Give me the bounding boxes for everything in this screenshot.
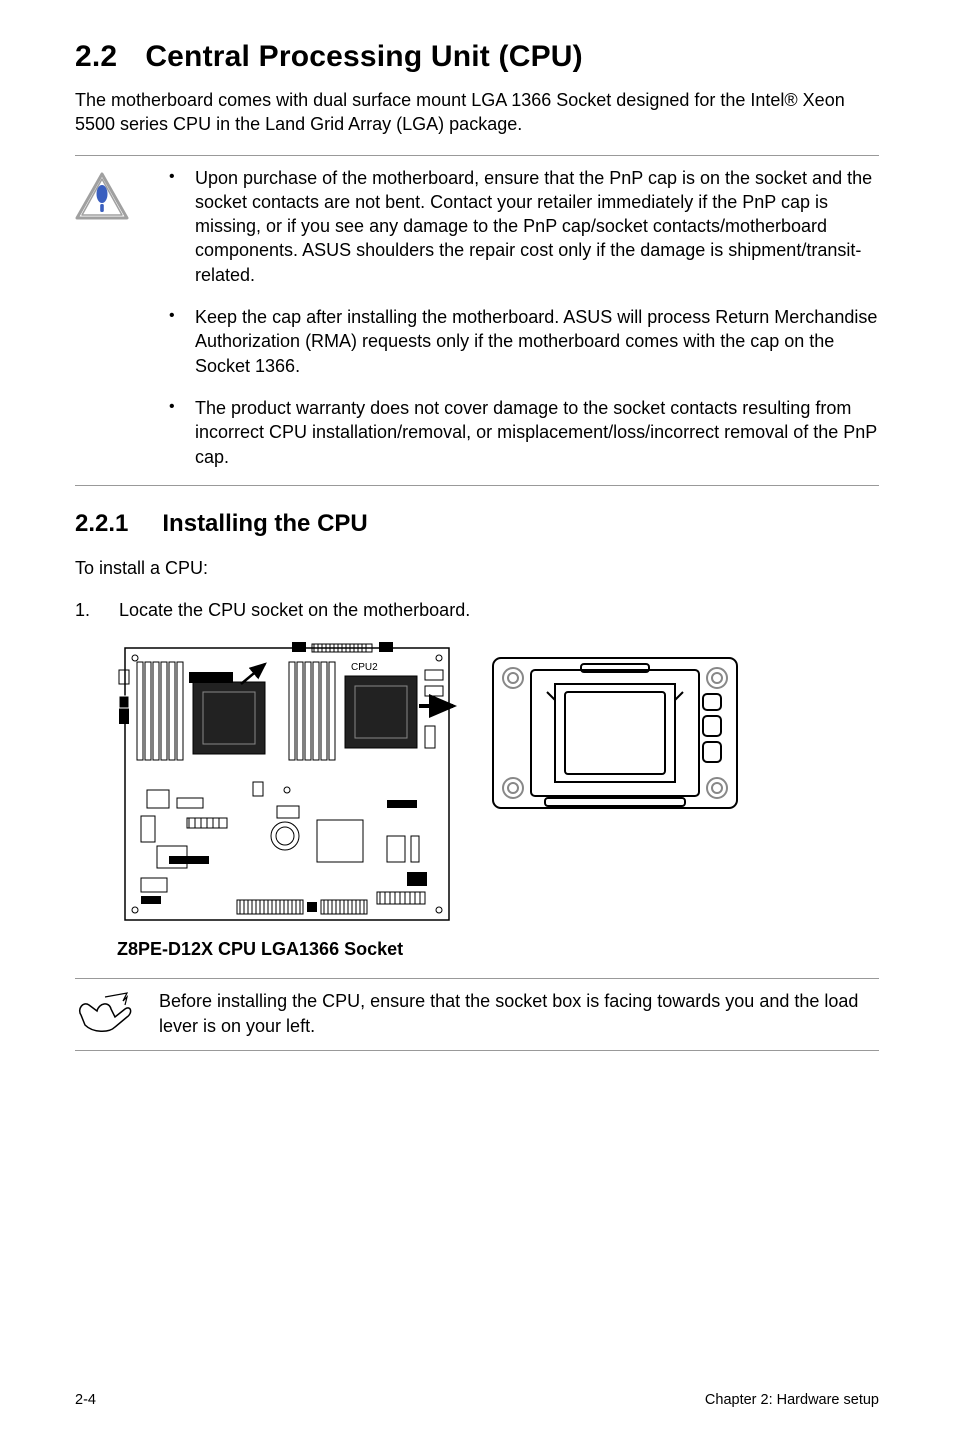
- lead-in-text: To install a CPU:: [75, 556, 879, 580]
- page-footer: 2-4 Chapter 2: Hardware setup: [75, 1392, 879, 1408]
- note-text: Before installing the CPU, ensure that t…: [159, 989, 879, 1040]
- caution-item: Keep the cap after installing the mother…: [159, 305, 879, 378]
- motherboard-diagram: CPU1 CPU2: [117, 640, 457, 935]
- step-list: 1. Locate the CPU socket on the motherbo…: [75, 598, 879, 622]
- cpu-socket-detail-diagram: [485, 650, 745, 825]
- step-number: 1.: [75, 598, 90, 622]
- step-item: 1. Locate the CPU socket on the motherbo…: [75, 598, 879, 622]
- divider: [75, 485, 879, 486]
- step-text: Locate the CPU socket on the motherboard…: [119, 600, 470, 620]
- caution-callout: Upon purchase of the motherboard, ensure…: [75, 156, 879, 485]
- footer-page-number: 2-4: [75, 1392, 96, 1408]
- intro-paragraph: The motherboard comes with dual surface …: [75, 88, 879, 137]
- section-title-text: Central Processing Unit (CPU): [145, 40, 583, 73]
- caution-item: The product warranty does not cover dama…: [159, 396, 879, 469]
- caution-triangle-icon: [75, 166, 135, 475]
- subsection-number: 2.2.1: [75, 510, 128, 538]
- section-heading: 2.2 Central Processing Unit (CPU): [75, 40, 879, 74]
- subsection-heading: 2.2.1 Installing the CPU: [75, 510, 879, 538]
- subsection-title-text: Installing the CPU: [162, 510, 367, 537]
- caution-content: Upon purchase of the motherboard, ensure…: [159, 166, 879, 475]
- note-callout: Before installing the CPU, ensure that t…: [75, 979, 879, 1050]
- divider: [75, 1050, 879, 1051]
- diagram-caption: Z8PE-D12X CPU LGA1366 Socket: [117, 939, 879, 960]
- caution-item: Upon purchase of the motherboard, ensure…: [159, 166, 879, 287]
- section-number: 2.2: [75, 40, 117, 74]
- footer-chapter: Chapter 2: Hardware setup: [705, 1392, 879, 1408]
- diagram-row: CPU1 CPU2: [117, 640, 879, 935]
- note-hand-paper-icon: [75, 989, 135, 1040]
- cpu2-label: CPU2: [351, 662, 378, 673]
